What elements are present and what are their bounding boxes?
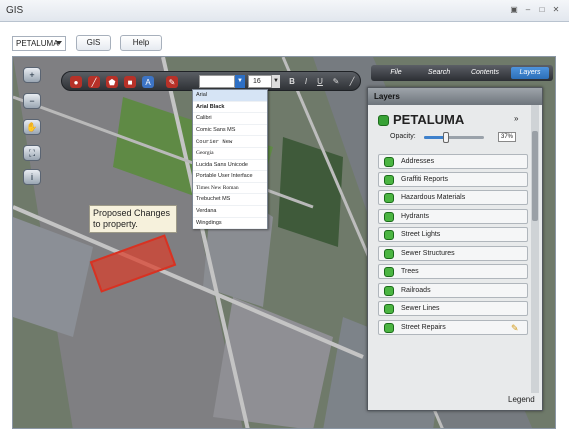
chevron-down-icon (56, 41, 62, 45)
window-title: GIS (6, 5, 24, 16)
font-dropdown-list: Arial Arial Black Calibri Comic Sans MS … (192, 89, 268, 230)
layer-checkbox[interactable] (384, 267, 394, 277)
font-option[interactable]: Times New Roman (193, 183, 267, 195)
layer-label: Graffiti Reports (401, 176, 448, 183)
zoom-in-icon[interactable]: + (23, 67, 41, 83)
layer-label: Hazardous Materials (401, 194, 466, 201)
bold-icon[interactable]: B (286, 75, 298, 88)
font-option[interactable]: Lucida Sans Unicode (193, 160, 267, 172)
font-option[interactable]: Arial (193, 90, 267, 102)
layer-item-street-repairs[interactable]: Street Repairs ✎ (378, 320, 528, 335)
pan-hand-icon[interactable]: ✋ (23, 119, 41, 135)
tab-search[interactable]: Search (419, 67, 459, 79)
font-dropdown-icon[interactable]: ▼ (235, 75, 245, 88)
size-dropdown-icon[interactable]: ▼ (272, 75, 280, 88)
draw-line-icon[interactable]: ╱ (88, 76, 100, 88)
layer-label: Sewer Structures (401, 250, 455, 257)
layers-panel: Layers PETALUMA » Opacity: 37% Addresses… (367, 87, 543, 411)
font-size-select[interactable]: 16 (248, 75, 272, 88)
layer-item-street-lights[interactable]: Street Lights (378, 227, 528, 242)
help-button[interactable]: Help (120, 35, 162, 51)
layers-scrollbar[interactable] (531, 105, 539, 393)
layer-label: Railroads (401, 287, 431, 294)
opacity-slider[interactable] (424, 132, 484, 143)
legend-button[interactable]: Legend (508, 395, 535, 404)
layer-checkbox[interactable] (384, 175, 394, 185)
layer-item-hydrants[interactable]: Hydrants (378, 209, 528, 224)
italic-icon[interactable]: I (300, 75, 312, 88)
underline-icon[interactable]: U (314, 75, 326, 88)
layer-label: Street Lights (401, 231, 441, 238)
layer-checkbox[interactable] (384, 304, 394, 314)
layer-checkbox[interactable] (384, 157, 394, 167)
layer-checkbox[interactable] (384, 193, 394, 203)
opacity-label: Opacity: (390, 133, 416, 140)
close-icon[interactable]: ✕ (551, 5, 561, 15)
font-option[interactable]: Wingdings (193, 218, 267, 230)
edit-pencil-icon[interactable]: ✎ (511, 322, 519, 335)
font-option[interactable]: Trebuchet MS (193, 194, 267, 206)
info-icon[interactable]: i (23, 169, 41, 185)
layer-item-addresses[interactable]: Addresses (378, 154, 528, 169)
layer-item-hazardous-materials[interactable]: Hazardous Materials (378, 190, 528, 205)
font-option[interactable]: Georgia (193, 148, 267, 160)
layer-label: Addresses (401, 158, 435, 165)
map-view[interactable]: + − ✋ ⛶ i ● ╱ ⬟ ■ A ✎ ▼ 16 ▼ B I U ✎ ╱ A… (12, 56, 556, 429)
font-family-select[interactable] (199, 75, 235, 88)
window-titlebar: GIS ▣ – □ ✕ (0, 0, 569, 22)
opacity-value: 37% (498, 132, 516, 142)
layers-panel-header: Layers (368, 88, 542, 105)
group-checkbox[interactable] (378, 115, 389, 126)
draw-point-icon[interactable]: ● (70, 76, 82, 88)
layer-checkbox[interactable] (384, 323, 394, 333)
layer-checkbox[interactable] (384, 286, 394, 296)
layer-group-title: PETALUMA (393, 112, 465, 127)
layer-item-trees[interactable]: Trees (378, 264, 528, 279)
line-color-icon[interactable]: ╱ (346, 75, 358, 88)
draw-rectangle-icon[interactable]: ■ (124, 76, 136, 88)
layer-item-sewer-structures[interactable]: Sewer Structures (378, 246, 528, 261)
map-annotation-callout[interactable]: Proposed Changes to property. (89, 205, 177, 233)
font-option[interactable]: Verdana (193, 206, 267, 218)
tab-file[interactable]: File (379, 67, 413, 79)
font-option[interactable]: Portable User Interface (193, 171, 267, 183)
maximize-icon[interactable]: □ (537, 5, 547, 15)
panel-tabs: File Search Contents Layers (371, 65, 553, 81)
text-tool-icon[interactable]: A (142, 76, 154, 88)
full-extent-icon[interactable]: ⛶ (23, 145, 41, 161)
font-option[interactable]: Courier New (193, 136, 267, 148)
layer-item-railroads[interactable]: Railroads (378, 283, 528, 298)
layer-label: Hydrants (401, 213, 430, 220)
layer-item-sewer-lines[interactable]: Sewer Lines (378, 301, 528, 316)
opacity-slider-thumb[interactable] (443, 132, 450, 143)
layer-item-graffiti-reports[interactable]: Graffiti Reports (378, 172, 528, 187)
layer-checkbox[interactable] (384, 249, 394, 259)
restore-icon[interactable]: ▣ (509, 5, 519, 15)
tab-contents[interactable]: Contents (463, 67, 507, 79)
font-option[interactable]: Arial Black (193, 102, 267, 114)
scrollbar-thumb[interactable] (532, 131, 538, 221)
pen-color-icon[interactable]: ✎ (330, 75, 342, 88)
draw-polygon-icon[interactable]: ⬟ (106, 76, 118, 88)
window-controls: ▣ – □ ✕ (509, 5, 561, 15)
city-select-value: PETALUMA (16, 39, 59, 48)
drawing-toolbar: ● ╱ ⬟ ■ A ✎ ▼ 16 ▼ B I U ✎ ╱ (61, 71, 361, 91)
layer-label: Trees (401, 268, 419, 275)
layer-checkbox[interactable] (384, 230, 394, 240)
minimize-icon[interactable]: – (523, 5, 533, 15)
zoom-out-icon[interactable]: − (23, 93, 41, 109)
collapse-icon[interactable]: » (514, 114, 518, 123)
gis-button[interactable]: GIS (76, 35, 111, 51)
layer-checkbox[interactable] (384, 212, 394, 222)
eraser-icon[interactable]: ✎ (166, 76, 178, 88)
font-option[interactable]: Comic Sans MS (193, 125, 267, 137)
font-option[interactable]: Calibri (193, 113, 267, 125)
layer-label: Street Repairs (401, 324, 446, 331)
city-select[interactable]: PETALUMA (12, 36, 66, 51)
tab-layers[interactable]: Layers (511, 67, 549, 79)
layer-label: Sewer Lines (401, 305, 440, 312)
